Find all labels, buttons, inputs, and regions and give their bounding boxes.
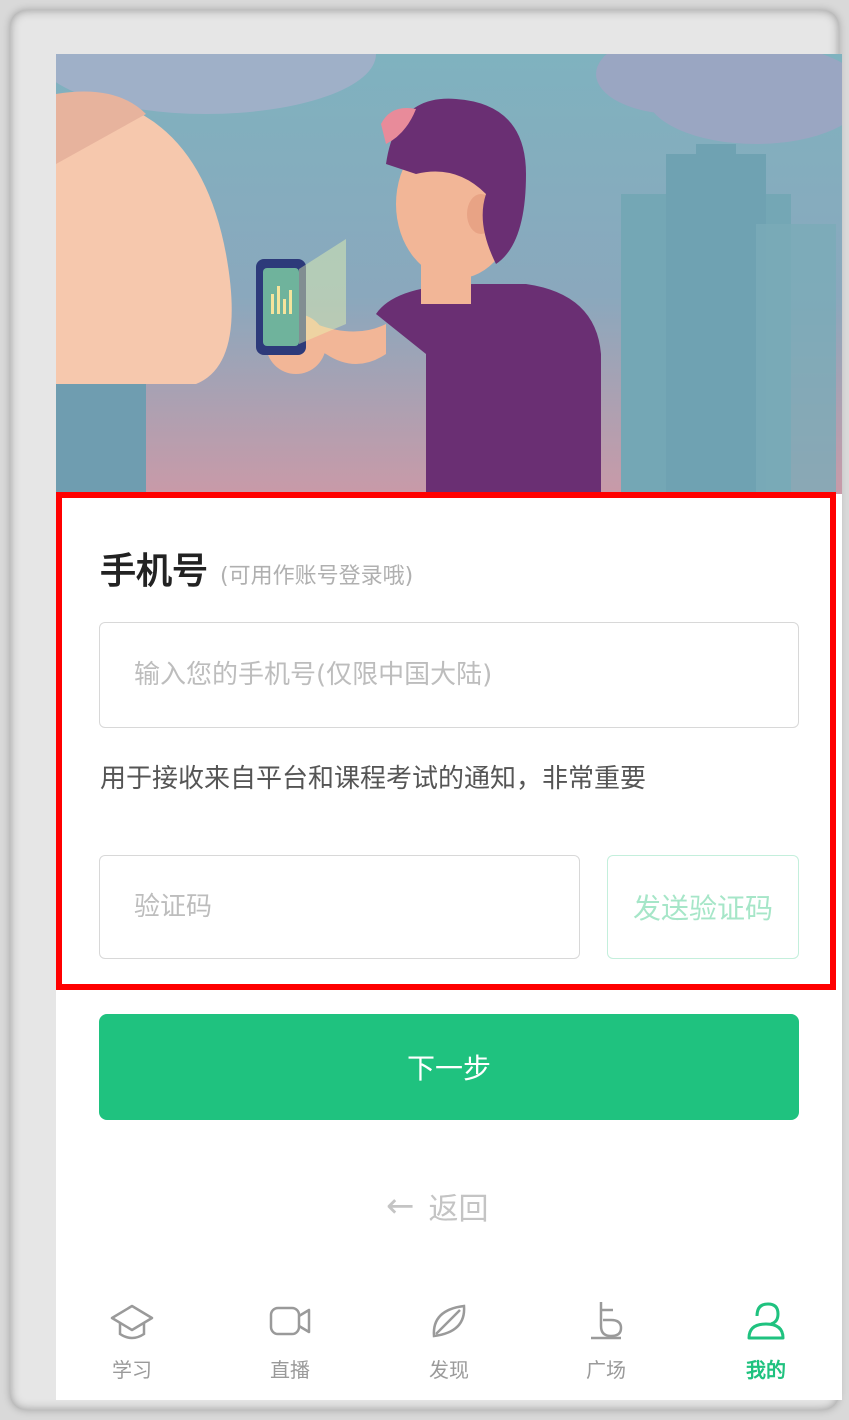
tab-mine-label: 我的: [746, 1358, 786, 1382]
tab-live-label: 直播: [270, 1358, 310, 1382]
tab-study-label: 学习: [112, 1358, 152, 1382]
bottom-tab-bar: 学习 直播 发现 广场 我的: [56, 1288, 842, 1400]
back-link[interactable]: ← 返回: [386, 1184, 489, 1228]
phone-notice-text: 用于接收来自平台和课程考试的通知，非常重要: [100, 764, 647, 794]
video-camera-icon: [269, 1306, 311, 1336]
tab-live[interactable]: 直播: [230, 1288, 350, 1400]
tab-study[interactable]: 学习: [72, 1288, 192, 1400]
back-label: 返回: [428, 1192, 489, 1227]
arrow-left-icon: ←: [386, 1186, 415, 1226]
phone-label-text: 手机号: [100, 551, 209, 592]
graduation-cap-icon: [110, 1304, 154, 1340]
device-frame: 手机号 (可用作账号登录哦) 用于接收来自平台和课程考试的通知，非常重要 发送验…: [10, 10, 842, 1410]
tab-plaza[interactable]: 广场: [546, 1288, 666, 1400]
tab-discover-label: 发现: [429, 1358, 469, 1382]
code-input-container: [99, 855, 580, 959]
tab-plaza-label: 广场: [586, 1358, 626, 1382]
hero-illustration: [56, 54, 842, 494]
send-code-button[interactable]: 发送验证码: [607, 855, 799, 959]
tab-discover[interactable]: 发现: [389, 1288, 509, 1400]
tab-mine[interactable]: 我的: [706, 1288, 826, 1400]
user-profile-icon: [747, 1302, 785, 1340]
compass-leaf-icon: [432, 1304, 466, 1338]
phone-field-label: 手机号 (可用作账号登录哦): [100, 542, 413, 594]
app-screen: 手机号 (可用作账号登录哦) 用于接收来自平台和课程考试的通知，非常重要 发送验…: [56, 54, 842, 1400]
phone-input-container: [99, 622, 799, 728]
plaza-icon: [591, 1302, 623, 1340]
verification-code-input[interactable]: [100, 856, 579, 958]
phone-label-hint: (可用作账号登录哦): [220, 564, 414, 589]
hero-illustration-art: [56, 54, 842, 494]
next-step-button[interactable]: 下一步: [99, 1014, 799, 1120]
phone-number-input[interactable]: [100, 623, 798, 727]
